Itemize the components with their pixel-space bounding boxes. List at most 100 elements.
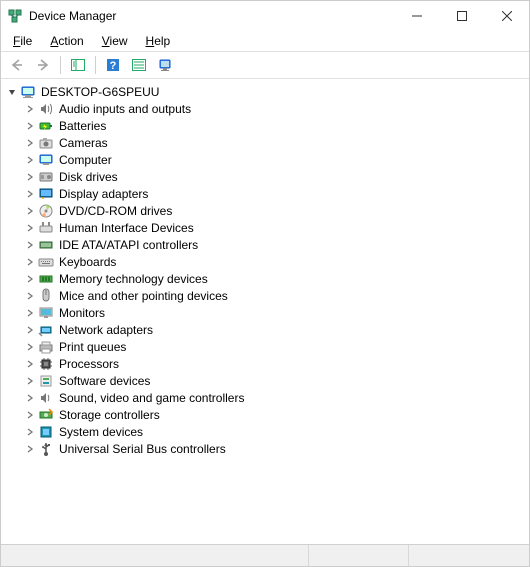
- printer-icon: [38, 339, 54, 355]
- tree-category-row[interactable]: Mice and other pointing devices: [1, 287, 529, 304]
- tree-category-row[interactable]: Display adapters: [1, 185, 529, 202]
- battery-icon: [38, 118, 54, 134]
- maximize-button[interactable]: [439, 1, 484, 31]
- tree-category-row[interactable]: System devices: [1, 423, 529, 440]
- chevron-right-icon[interactable]: [23, 306, 37, 320]
- software-icon: [38, 373, 54, 389]
- tree-category-row[interactable]: Audio inputs and outputs: [1, 100, 529, 117]
- storage-icon: [38, 407, 54, 423]
- chevron-down-icon[interactable]: [5, 85, 19, 99]
- titlebar: Device Manager: [1, 1, 529, 31]
- hid-icon: [38, 220, 54, 236]
- chevron-right-icon[interactable]: [23, 255, 37, 269]
- tree-category-row[interactable]: Keyboards: [1, 253, 529, 270]
- chevron-right-icon[interactable]: [23, 102, 37, 116]
- tree-root-row[interactable]: DESKTOP-G6SPEUU: [1, 83, 529, 100]
- tree-category-row[interactable]: IDE ATA/ATAPI controllers: [1, 236, 529, 253]
- tree-category-row[interactable]: Storage controllers: [1, 406, 529, 423]
- disk-icon: [38, 169, 54, 185]
- ide-icon: [38, 237, 54, 253]
- mouse-icon: [38, 288, 54, 304]
- chevron-right-icon[interactable]: [23, 136, 37, 150]
- properties-button[interactable]: [127, 54, 151, 76]
- tree-category-label: Disk drives: [57, 170, 120, 184]
- tree-category-row[interactable]: Computer: [1, 151, 529, 168]
- chevron-right-icon[interactable]: [23, 374, 37, 388]
- minimize-button[interactable]: [394, 1, 439, 31]
- tree-category-row[interactable]: Monitors: [1, 304, 529, 321]
- chevron-right-icon[interactable]: [23, 238, 37, 252]
- chevron-right-icon[interactable]: [23, 357, 37, 371]
- menu-accel: V: [102, 34, 110, 48]
- chevron-right-icon[interactable]: [23, 340, 37, 354]
- tree-category-label: DVD/CD-ROM drives: [57, 204, 174, 218]
- tree-category-label: Monitors: [57, 306, 107, 320]
- sound-icon: [38, 390, 54, 406]
- tree-category-label: Memory technology devices: [57, 272, 210, 286]
- chevron-right-icon[interactable]: [23, 153, 37, 167]
- usb-icon: [38, 441, 54, 457]
- app-icon: [7, 8, 23, 24]
- status-pane: [309, 545, 409, 566]
- chevron-right-icon[interactable]: [23, 289, 37, 303]
- cpu-icon: [38, 356, 54, 372]
- chevron-right-icon[interactable]: [23, 425, 37, 439]
- tree-category-row[interactable]: Print queues: [1, 338, 529, 355]
- device-tree[interactable]: DESKTOP-G6SPEUU Audio inputs and outputs…: [1, 79, 529, 541]
- scan-hardware-button[interactable]: [153, 54, 177, 76]
- chevron-right-icon[interactable]: [23, 323, 37, 337]
- tree-category-label: Human Interface Devices: [57, 221, 196, 235]
- menu-view[interactable]: View: [94, 33, 136, 49]
- status-pane: [1, 545, 309, 566]
- chevron-right-icon[interactable]: [23, 272, 37, 286]
- menubar: File Action View Help: [1, 31, 529, 51]
- chevron-right-icon[interactable]: [23, 408, 37, 422]
- computer-icon: [38, 152, 54, 168]
- svg-text:?: ?: [110, 60, 117, 72]
- chevron-right-icon[interactable]: [23, 391, 37, 405]
- tree-category-row[interactable]: Network adapters: [1, 321, 529, 338]
- back-button[interactable]: [5, 54, 29, 76]
- chevron-right-icon[interactable]: [23, 442, 37, 456]
- status-pane: [409, 545, 529, 566]
- tree-category-label: Display adapters: [57, 187, 150, 201]
- tree-category-row[interactable]: Sound, video and game controllers: [1, 389, 529, 406]
- tree-category-label: Cameras: [57, 136, 110, 150]
- help-button[interactable]: ?: [101, 54, 125, 76]
- chevron-right-icon[interactable]: [23, 187, 37, 201]
- tree-category-label: IDE ATA/ATAPI controllers: [57, 238, 200, 252]
- chevron-right-icon[interactable]: [23, 119, 37, 133]
- forward-button[interactable]: [31, 54, 55, 76]
- chevron-right-icon[interactable]: [23, 221, 37, 235]
- menu-file[interactable]: File: [5, 33, 40, 49]
- tree-category-row[interactable]: Disk drives: [1, 168, 529, 185]
- tree-category-label: Sound, video and game controllers: [57, 391, 246, 405]
- camera-icon: [38, 135, 54, 151]
- tree-category-row[interactable]: Batteries: [1, 117, 529, 134]
- tree-category-row[interactable]: Processors: [1, 355, 529, 372]
- tree-category-label: Computer: [57, 153, 114, 167]
- tree-category-label: System devices: [57, 425, 145, 439]
- tree-category-row[interactable]: Universal Serial Bus controllers: [1, 440, 529, 457]
- chevron-right-icon[interactable]: [23, 204, 37, 218]
- network-icon: [38, 322, 54, 338]
- keyboard-icon: [38, 254, 54, 270]
- menu-help[interactable]: Help: [138, 33, 179, 49]
- tree-category-label: Universal Serial Bus controllers: [57, 442, 228, 456]
- show-hide-console-tree-button[interactable]: [66, 54, 90, 76]
- menu-action[interactable]: Action: [42, 33, 91, 49]
- close-button[interactable]: [484, 1, 529, 31]
- tree-category-row[interactable]: Software devices: [1, 372, 529, 389]
- window-controls: [394, 1, 529, 31]
- speaker-icon: [38, 101, 54, 117]
- tree-category-row[interactable]: Human Interface Devices: [1, 219, 529, 236]
- tree-category-row[interactable]: Cameras: [1, 134, 529, 151]
- system-icon: [38, 424, 54, 440]
- menu-rest: iew: [110, 34, 128, 48]
- toolbar-separator: [95, 56, 96, 74]
- tree-category-row[interactable]: Memory technology devices: [1, 270, 529, 287]
- menu-accel: H: [146, 34, 155, 48]
- chevron-right-icon[interactable]: [23, 170, 37, 184]
- tree-category-label: Print queues: [57, 340, 128, 354]
- tree-category-row[interactable]: DVD/CD-ROM drives: [1, 202, 529, 219]
